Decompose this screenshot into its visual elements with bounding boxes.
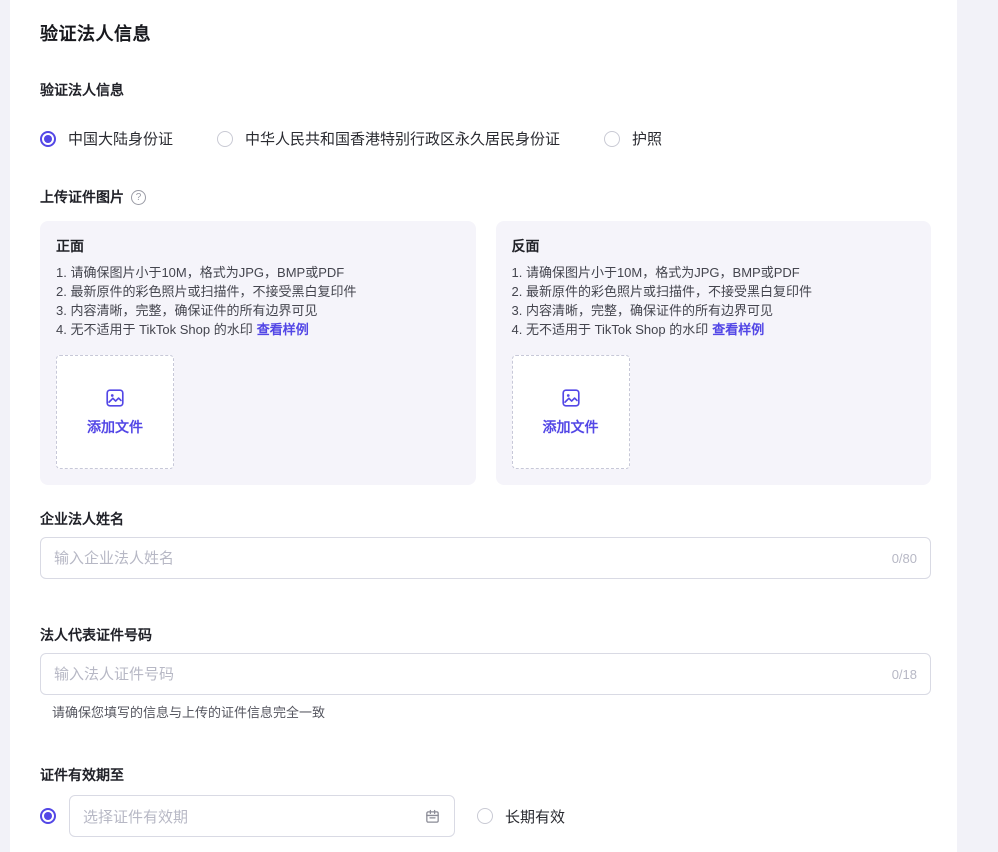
view-sample-link[interactable]: 查看样例: [257, 322, 309, 337]
id-type-radio-group: 中国大陆身份证 中华人民共和国香港特别行政区永久居民身份证 护照: [40, 128, 931, 149]
image-icon: [560, 387, 582, 409]
radio-hk-id-label: 中华人民共和国香港特别行政区永久居民身份证: [245, 128, 560, 149]
legal-name-input[interactable]: [54, 550, 882, 567]
question-circle-icon[interactable]: ?: [131, 190, 146, 205]
long-term-label: 长期有效: [505, 806, 565, 827]
date-picker-input[interactable]: 选择证件有效期: [69, 795, 455, 837]
card-front-rules: 1. 请确保图片小于10M，格式为JPG，BMP或PDF 2. 最新原件的彩色照…: [56, 263, 460, 339]
id-number-counter: 0/18: [892, 667, 917, 682]
legal-name-input-box: 0/80: [40, 537, 931, 579]
id-number-helper-text: 请确保您填写的信息与上传的证件信息完全一致: [52, 702, 931, 721]
date-placeholder: 选择证件有效期: [83, 806, 424, 827]
radio-long-term[interactable]: 长期有效: [477, 806, 565, 827]
view-sample-link[interactable]: 查看样例: [712, 322, 764, 337]
radio-passport-label: 护照: [632, 128, 662, 149]
add-file-button[interactable]: 添加文件: [87, 417, 143, 437]
rule-line: 4. 无不适用于 TikTok Shop 的水印查看样例: [512, 320, 916, 339]
upload-card-back: 反面 1. 请确保图片小于10M，格式为JPG，BMP或PDF 2. 最新原件的…: [496, 221, 932, 485]
card-back-rules: 1. 请确保图片小于10M，格式为JPG，BMP或PDF 2. 最新原件的彩色照…: [512, 263, 916, 339]
legal-name-counter: 0/80: [892, 551, 917, 566]
rule-line: 3. 内容清晰，完整，确保证件的所有边界可见: [512, 301, 916, 320]
radio-hk-id[interactable]: 中华人民共和国香港特别行政区永久居民身份证: [217, 128, 560, 149]
calendar-icon[interactable]: [424, 808, 441, 825]
rule-line: 4. 无不适用于 TikTok Shop 的水印查看样例: [56, 320, 460, 339]
legal-name-label: 企业法人姓名: [40, 509, 931, 529]
rule-line: 3. 内容清晰，完整，确保证件的所有边界可见: [56, 301, 460, 320]
upload-label: 上传证件图片: [40, 187, 124, 207]
radio-mainland-id-label: 中国大陆身份证: [68, 128, 173, 149]
id-number-input[interactable]: [54, 666, 882, 683]
rule-line: 2. 最新原件的彩色照片或扫描件，不接受黑白复印件: [56, 282, 460, 301]
upload-section-header: 上传证件图片 ?: [40, 187, 931, 207]
verification-form-panel: 验证法人信息 验证法人信息 中国大陆身份证 中华人民共和国香港特别行政区永久居民…: [10, 0, 957, 852]
id-number-input-box: 0/18: [40, 653, 931, 695]
radio-passport[interactable]: 护照: [604, 128, 662, 149]
card-front-title: 正面: [56, 236, 460, 256]
page-title: 验证法人信息: [40, 20, 931, 46]
rule-text: 4. 无不适用于 TikTok Shop 的水印: [56, 322, 253, 337]
validity-label: 证件有效期至: [40, 765, 931, 785]
radio-unselected-icon[interactable]: [604, 131, 620, 147]
upload-cards: 正面 1. 请确保图片小于10M，格式为JPG，BMP或PDF 2. 最新原件的…: [40, 221, 931, 485]
upload-card-front: 正面 1. 请确保图片小于10M，格式为JPG，BMP或PDF 2. 最新原件的…: [40, 221, 476, 485]
id-number-label: 法人代表证件号码: [40, 625, 931, 645]
image-icon: [104, 387, 126, 409]
card-back-title: 反面: [512, 236, 916, 256]
radio-unselected-icon[interactable]: [217, 131, 233, 147]
radio-unselected-icon[interactable]: [477, 808, 493, 824]
radio-mainland-id[interactable]: 中国大陆身份证: [40, 128, 173, 149]
rule-text: 4. 无不适用于 TikTok Shop 的水印: [512, 322, 709, 337]
radio-date-option[interactable]: [40, 808, 56, 824]
back-upload-dropzone[interactable]: 添加文件: [512, 355, 630, 469]
front-upload-dropzone[interactable]: 添加文件: [56, 355, 174, 469]
validity-row: 选择证件有效期 长期有效: [40, 795, 931, 837]
rule-line: 1. 请确保图片小于10M，格式为JPG，BMP或PDF: [56, 263, 460, 282]
rule-line: 1. 请确保图片小于10M，格式为JPG，BMP或PDF: [512, 263, 916, 282]
add-file-button[interactable]: 添加文件: [543, 417, 599, 437]
id-type-label: 验证法人信息: [40, 80, 931, 100]
rule-line: 2. 最新原件的彩色照片或扫描件，不接受黑白复印件: [512, 282, 916, 301]
radio-selected-icon[interactable]: [40, 131, 56, 147]
